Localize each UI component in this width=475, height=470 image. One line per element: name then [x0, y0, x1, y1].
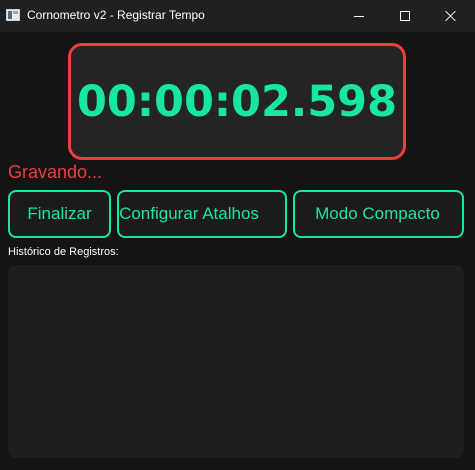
- close-icon: [445, 10, 457, 22]
- maximize-icon: [400, 11, 410, 21]
- compact-mode-button[interactable]: Modo Compacto: [293, 190, 464, 238]
- maximize-button[interactable]: [382, 0, 428, 32]
- main-window: Cornometro v2 - Registrar Tempo 00:00:02…: [0, 0, 475, 470]
- minimize-button[interactable]: [336, 0, 382, 32]
- finish-button[interactable]: Finalizar: [8, 190, 111, 238]
- minimize-icon: [354, 15, 364, 17]
- configure-shortcuts-button-label: Configurar Atalhos: [119, 204, 259, 223]
- title-bar[interactable]: Cornometro v2 - Registrar Tempo: [0, 0, 475, 32]
- close-button[interactable]: [428, 0, 474, 32]
- timer-display: 00:00:02.598: [68, 43, 406, 160]
- app-window-icon: [6, 9, 20, 21]
- history-label: Histórico de Registros:: [8, 246, 119, 258]
- window-title: Cornometro v2 - Registrar Tempo: [27, 8, 205, 22]
- finish-button-label: Finalizar: [27, 204, 92, 223]
- configure-shortcuts-button[interactable]: Configurar Atalhos: [117, 190, 287, 238]
- recording-status: Gravando...: [8, 162, 103, 182]
- compact-mode-button-label: Modo Compacto: [315, 204, 440, 223]
- timer-value: 00:00:02.598: [76, 76, 397, 127]
- history-list[interactable]: [8, 265, 464, 458]
